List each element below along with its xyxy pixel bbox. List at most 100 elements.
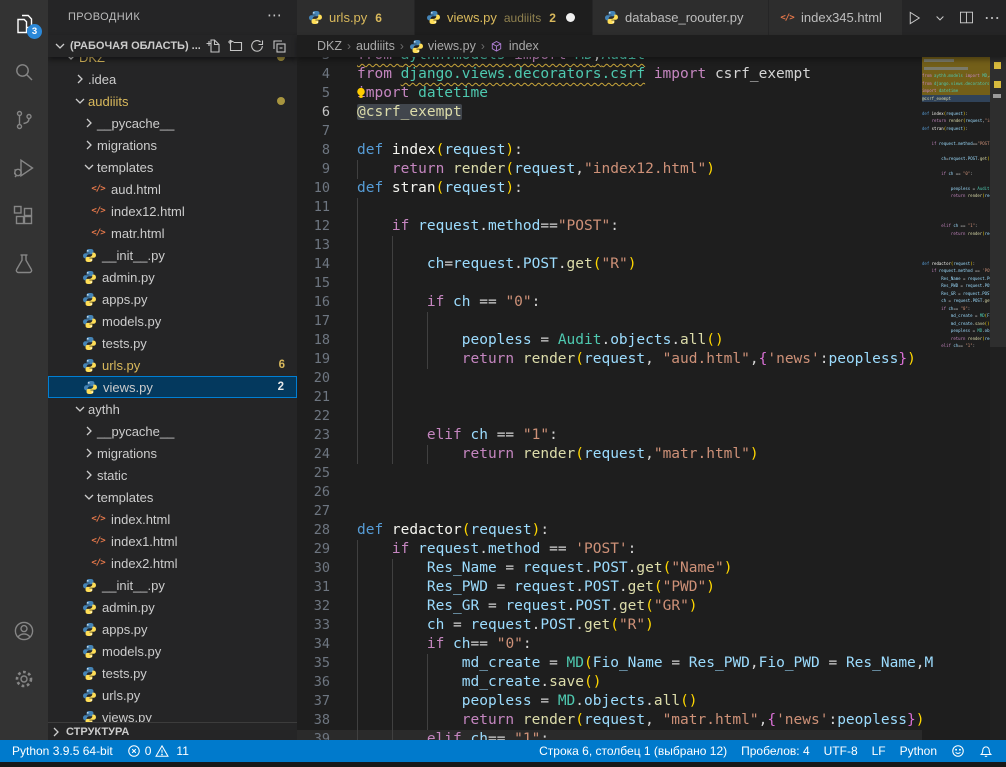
status-python-version[interactable]: Python 3.9.5 64-bit — [5, 740, 120, 762]
breadcrumb-item-views-py[interactable]: views.py — [409, 39, 476, 54]
activity-account-icon[interactable] — [0, 614, 48, 648]
tree-item-tests-py[interactable]: tests.py — [48, 332, 297, 354]
code-line-7[interactable]: 7 — [297, 122, 922, 141]
code-line-16[interactable]: 16 if ch == "0": — [297, 293, 922, 312]
more-actions-icon[interactable] — [981, 7, 1003, 29]
breadcrumb-item-audiiits[interactable]: audiiits — [356, 39, 395, 53]
tree-item-static[interactable]: static — [48, 464, 297, 486]
code-line-17[interactable]: 17 — [297, 312, 922, 331]
code-line-6[interactable]: 6@csrf_exempt — [297, 103, 922, 122]
workspace-section-header[interactable]: (РАБОЧАЯ ОБЛАСТЬ) ... — [48, 35, 297, 57]
status-problems[interactable]: 011 — [120, 740, 196, 762]
new-file-icon[interactable] — [205, 38, 221, 54]
minimap[interactable]: from aythh.models import MD,Auditfrom dj… — [922, 57, 990, 740]
code-line-20[interactable]: 20 — [297, 369, 922, 388]
code-line-28[interactable]: 28def redactor(request): — [297, 521, 922, 540]
breadcrumb-item-DKZ[interactable]: DKZ — [317, 39, 342, 53]
code-line-26[interactable]: 26 — [297, 483, 922, 502]
code-line-10[interactable]: 10def stran(request): — [297, 179, 922, 198]
code-line-5[interactable]: 5import datetime — [297, 84, 922, 103]
tree-item-audiiits[interactable]: audiiits — [48, 90, 297, 112]
code-line-4[interactable]: 4from django.views.decorators.csrf impor… — [297, 65, 922, 84]
outline-section-header[interactable]: СТРУКТУРА — [48, 722, 297, 740]
code-line-3[interactable]: 3from aythh.models import MD,Audit — [297, 57, 922, 65]
tree-item-migrations[interactable]: migrations — [48, 134, 297, 156]
activity-explorer-icon[interactable]: 3 — [0, 7, 48, 41]
status-eol[interactable]: LF — [865, 740, 893, 762]
lightbulb-icon[interactable] — [354, 86, 368, 101]
code-line-30[interactable]: 30 Res_Name = request.POST.get("Name") — [297, 559, 922, 578]
code-line-29[interactable]: 29 if request.method == 'POST': — [297, 540, 922, 559]
tree-item-models-py[interactable]: models.py — [48, 640, 297, 662]
run-icon[interactable] — [903, 7, 925, 29]
activity-run-debug-icon[interactable] — [0, 151, 48, 185]
tab-modified-dot[interactable] — [566, 13, 575, 22]
tree-item-templates[interactable]: templates — [48, 156, 297, 178]
code-line-12[interactable]: 12 if request.method=="POST": — [297, 217, 922, 236]
code-line-35[interactable]: 35 md_create = MD(Fio_Name = Res_PWD,Fio… — [297, 654, 922, 673]
tree-item-apps-py[interactable]: apps.py — [48, 618, 297, 640]
status-cursor-position[interactable]: Строка 6, столбец 1 (выбрано 12) — [532, 740, 734, 762]
code-line-19[interactable]: 19 return render(request, "aud.html",{'n… — [297, 350, 922, 369]
tree-item-index1-html[interactable]: </>index1.html — [48, 530, 297, 552]
code-line-11[interactable]: 11 — [297, 198, 922, 217]
collapse-all-icon[interactable] — [271, 38, 287, 54]
activity-testing-icon[interactable] — [0, 247, 48, 281]
tree-item-index2-html[interactable]: </>index2.html — [48, 552, 297, 574]
tree-item-tests-py[interactable]: tests.py — [48, 662, 297, 684]
code-line-31[interactable]: 31 Res_PWD = request.POST.get("PWD") — [297, 578, 922, 597]
tree-item-admin-py[interactable]: admin.py — [48, 266, 297, 288]
code-line-33[interactable]: 33 ch = request.POST.get("R") — [297, 616, 922, 635]
activity-extensions-icon[interactable] — [0, 199, 48, 233]
activity-settings-icon[interactable] — [0, 662, 48, 696]
tree-item--pycache-[interactable]: __pycache__ — [48, 420, 297, 442]
code-line-23[interactable]: 23 elif ch == "1": — [297, 426, 922, 445]
status-indentation[interactable]: Пробелов: 4 — [734, 740, 817, 762]
tab-urls-py[interactable]: urls.py6 — [297, 0, 415, 35]
breadcrumb-item-index[interactable]: index — [490, 39, 539, 54]
code-line-34[interactable]: 34 if ch== "0": — [297, 635, 922, 654]
code-line-27[interactable]: 27 — [297, 502, 922, 521]
notifications-bell-icon[interactable] — [972, 740, 1000, 762]
sidebar-more-actions[interactable]: ⋯ — [267, 6, 283, 24]
code-editor[interactable]: 3from aythh.models import MD,Audit4from … — [297, 57, 1006, 740]
new-folder-icon[interactable] — [227, 38, 243, 54]
tree-item--pycache-[interactable]: __pycache__ — [48, 112, 297, 134]
status-encoding[interactable]: UTF-8 — [817, 740, 865, 762]
tab-views-py[interactable]: views.pyaudiiits2 — [415, 0, 593, 35]
tree-item-migrations[interactable]: migrations — [48, 442, 297, 464]
tree-item-aud-html[interactable]: </>aud.html — [48, 178, 297, 200]
activity-search-icon[interactable] — [0, 55, 48, 89]
feedback-icon[interactable] — [944, 740, 972, 762]
overview-ruler-scrollbar[interactable] — [990, 57, 1006, 740]
tree-item-apps-py[interactable]: apps.py — [48, 288, 297, 310]
code-line-15[interactable]: 15 — [297, 274, 922, 293]
tree-item--init-py[interactable]: __init__.py — [48, 574, 297, 596]
code-line-32[interactable]: 32 Res_GR = request.POST.get("GR") — [297, 597, 922, 616]
tree-item-urls-py[interactable]: urls.py6 — [48, 354, 297, 376]
tab-index345-html[interactable]: </>index345.html — [769, 0, 903, 35]
code-line-37[interactable]: 37 peopless = MD.objects.all() — [297, 692, 922, 711]
tree-item-index12-html[interactable]: </>index12.html — [48, 200, 297, 222]
code-line-36[interactable]: 36 md_create.save() — [297, 673, 922, 692]
tab-database-roouter-py[interactable]: database_roouter.py — [593, 0, 769, 35]
code-line-39[interactable]: 39 elif ch== "1": — [297, 730, 922, 740]
code-line-22[interactable]: 22 — [297, 407, 922, 426]
code-line-25[interactable]: 25 — [297, 464, 922, 483]
tree-item-models-py[interactable]: models.py — [48, 310, 297, 332]
tree-item-urls-py[interactable]: urls.py — [48, 684, 297, 706]
activity-source-control-icon[interactable] — [0, 103, 48, 137]
scrollbar-thumb[interactable] — [990, 57, 1006, 347]
code-line-9[interactable]: 9 return render(request,"index12.html") — [297, 160, 922, 179]
code-line-38[interactable]: 38 return render(request, "matr.html",{'… — [297, 711, 922, 730]
split-editor-icon[interactable] — [955, 7, 977, 29]
tree-item-index-html[interactable]: </>index.html — [48, 508, 297, 530]
code-line-24[interactable]: 24 return render(request,"matr.html") — [297, 445, 922, 464]
tree-item-admin-py[interactable]: admin.py — [48, 596, 297, 618]
tree-item-matr-html[interactable]: </>matr.html — [48, 222, 297, 244]
code-line-14[interactable]: 14 ch=request.POST.get("R") — [297, 255, 922, 274]
status-language-mode[interactable]: Python — [893, 740, 944, 762]
tree-item-aythh[interactable]: aythh — [48, 398, 297, 420]
code-line-13[interactable]: 13 — [297, 236, 922, 255]
tree-item--idea[interactable]: .idea — [48, 68, 297, 90]
